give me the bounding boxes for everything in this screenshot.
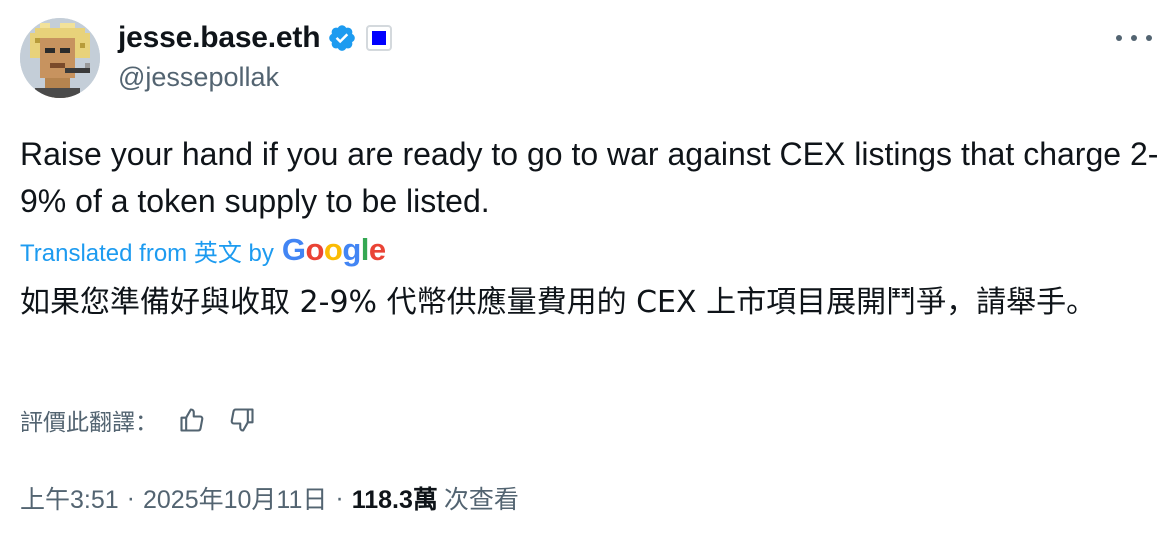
affiliate-badge-square: [372, 31, 387, 45]
thumbs-down-icon[interactable]: [226, 404, 258, 436]
more-dot: [1131, 35, 1137, 41]
tweet-date[interactable]: 2025年10月11日: [143, 480, 327, 516]
display-name[interactable]: jesse.base.eth: [118, 21, 321, 55]
verified-badge-icon[interactable]: [327, 23, 357, 53]
tweet-time[interactable]: 上午3:51: [20, 480, 119, 516]
views-label: 次查看: [443, 486, 519, 514]
translated-text: 如果您準備好與收取 2-9% 代幣供應量費用的 CEX 上市項目展開鬥爭，請舉手…: [20, 285, 1097, 320]
author-name-row: jesse.base.eth: [118, 18, 393, 58]
more-options-icon[interactable]: [1116, 30, 1152, 46]
rate-translation-label: 評價此翻譯：: [20, 410, 158, 436]
translated-from-line: Translated from 英文 by Google: [20, 230, 386, 270]
tweet-text: Raise your hand if you are ready to go t…: [20, 136, 1159, 219]
separator: ·: [335, 483, 344, 512]
google-logo: Google: [281, 232, 386, 267]
views-count: 118.3萬: [351, 486, 438, 514]
avatar[interactable]: [20, 18, 100, 98]
affiliate-badge-icon[interactable]: [366, 25, 393, 51]
more-dot: [1146, 35, 1152, 41]
handle[interactable]: @jessepollak: [118, 62, 279, 93]
separator: ·: [126, 483, 135, 512]
thumbs-up-icon[interactable]: [176, 404, 208, 436]
translated-from-text[interactable]: Translated from 英文 by: [20, 233, 274, 268]
rate-translation: 評價此翻譯：: [20, 400, 258, 440]
more-dot: [1116, 35, 1122, 41]
avatar-image: [20, 18, 100, 98]
tweet-meta: 上午3:51 · 2025年10月11日 · 118.3萬 次查看: [20, 478, 519, 518]
